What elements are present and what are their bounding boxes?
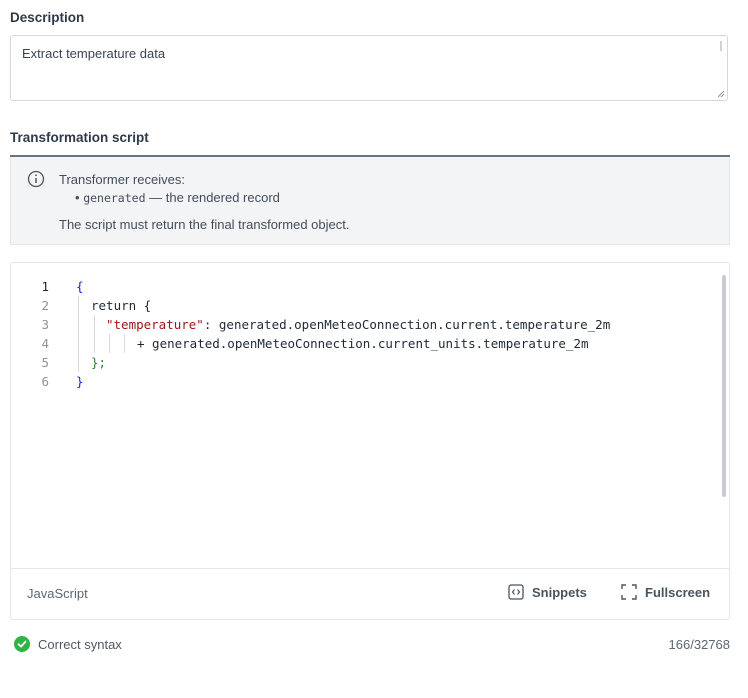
- line-number: 5: [41, 355, 49, 370]
- description-label: Description: [10, 10, 85, 25]
- indent-guide: [94, 334, 95, 353]
- info-item-text: — the rendered record: [145, 190, 280, 205]
- textarea-scrollbar[interactable]: [720, 41, 722, 51]
- code-text: };: [91, 355, 107, 370]
- transformation-script-label: Transformation script: [10, 130, 149, 145]
- info-code: generated: [83, 191, 146, 205]
- snippets-label: Snippets: [532, 584, 587, 600]
- line-number: 6: [41, 374, 49, 389]
- indent-guide: [94, 315, 95, 334]
- info-icon: [27, 170, 45, 188]
- editor-scrollbar[interactable]: [722, 275, 726, 497]
- code-text: {: [76, 279, 84, 294]
- status-text: Correct syntax: [38, 636, 122, 652]
- info-heading: Transformer receives:: [59, 172, 185, 187]
- resize-handle-icon[interactable]: [717, 90, 725, 98]
- info-note: The script must return the final transfo…: [59, 217, 350, 232]
- indent-guide: [109, 334, 110, 353]
- character-count: 166/32768: [668, 637, 730, 652]
- code-text: return {: [91, 298, 152, 313]
- info-list-item: • generated — the rendered record: [75, 190, 280, 205]
- code-text: + generated.openMeteoConnection.current_…: [137, 336, 589, 351]
- code-text: }: [76, 374, 84, 389]
- code-line: 3 "temperature": generated.openMeteoConn…: [11, 315, 729, 334]
- code-line: 5 };: [11, 353, 729, 372]
- bullet: •: [75, 190, 80, 205]
- fullscreen-icon: [621, 584, 637, 600]
- line-number: 1: [41, 279, 49, 294]
- code-line: 4 + generated.openMeteoConnection.curren…: [11, 334, 729, 353]
- fullscreen-button[interactable]: Fullscreen: [621, 584, 710, 600]
- description-value: Extract temperature data: [22, 46, 166, 61]
- check-circle-icon: [14, 636, 30, 652]
- indent-guide: [78, 296, 79, 315]
- description-textarea[interactable]: Extract temperature data: [10, 35, 728, 101]
- indent-guide: [78, 334, 79, 353]
- code-line: 1 {: [11, 277, 729, 296]
- indent-guide: [78, 353, 79, 372]
- line-number: 2: [41, 298, 49, 313]
- code-line: 2 return {: [11, 296, 729, 315]
- code-icon: [508, 584, 524, 600]
- info-callout: Transformer receives: • generated — the …: [10, 157, 730, 245]
- indent-guide: [78, 315, 79, 334]
- code-editor[interactable]: 1 { 2 return { 3 "temperature": generate…: [10, 262, 730, 620]
- line-number: 3: [41, 317, 49, 332]
- code-area[interactable]: 1 { 2 return { 3 "temperature": generate…: [11, 277, 729, 391]
- language-label: JavaScript: [27, 586, 88, 601]
- snippets-button[interactable]: Snippets: [508, 584, 587, 600]
- fullscreen-label: Fullscreen: [645, 584, 711, 600]
- editor-footer: JavaScript Snippets Fullscreen: [11, 568, 729, 619]
- syntax-status: Correct syntax: [14, 636, 122, 652]
- code-text: "temperature": generated.openMeteoConnec…: [106, 317, 611, 332]
- indent-guide: [124, 334, 125, 353]
- code-line: 6 }: [11, 372, 729, 391]
- line-number: 4: [41, 336, 49, 351]
